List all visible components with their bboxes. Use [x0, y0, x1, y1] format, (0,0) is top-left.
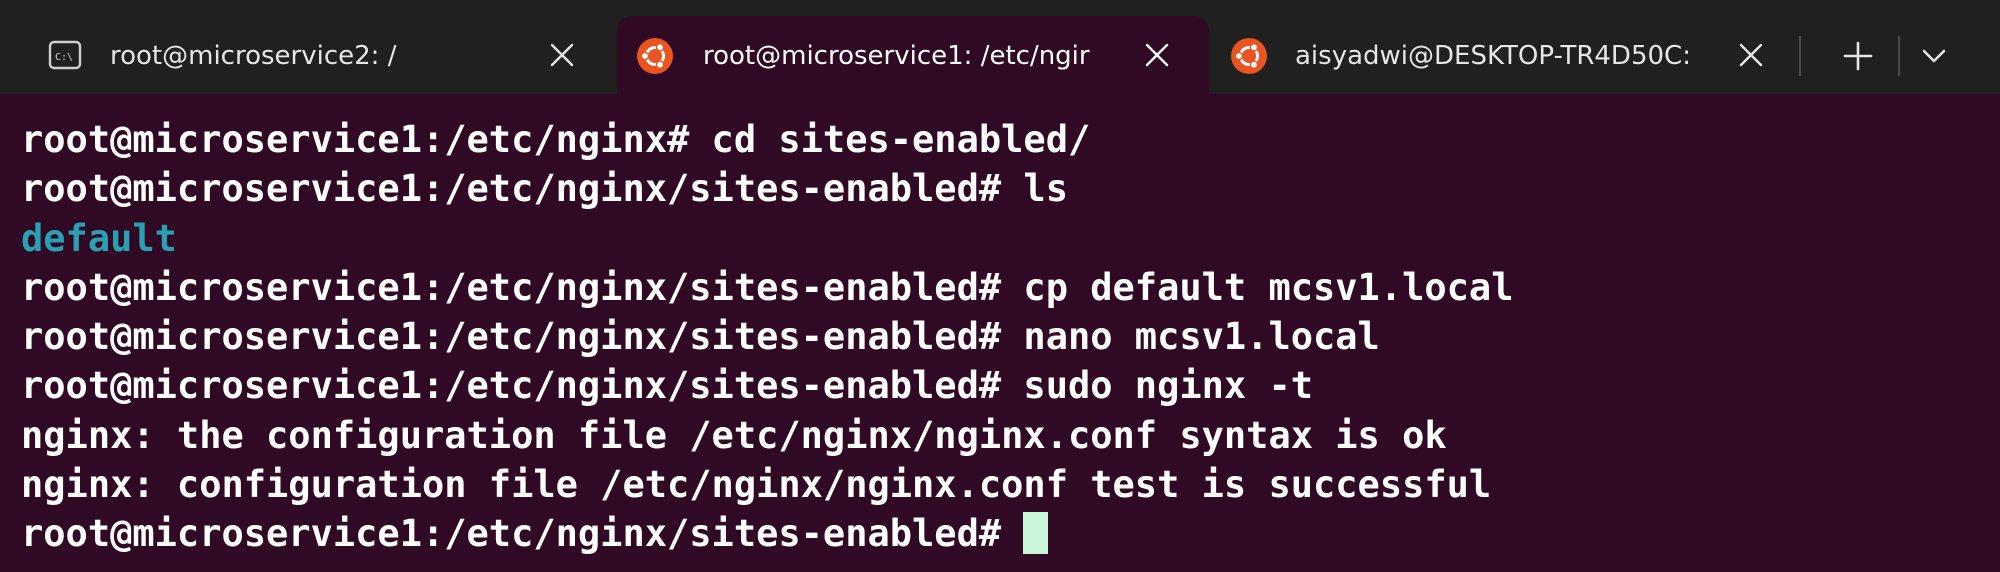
- terminal-line: root@microservice1:/etc/nginx/sites-enab…: [21, 364, 1314, 408]
- plus-icon[interactable]: [1838, 36, 1878, 76]
- close-icon[interactable]: [1144, 42, 1170, 68]
- terminal-window: C:\ root@microservice2: / root@microserv…: [0, 0, 2000, 572]
- tab-bar: C:\ root@microservice2: / root@microserv…: [0, 0, 2000, 94]
- svg-text:C:\: C:\: [55, 52, 73, 63]
- tab-desktop[interactable]: aisyadwi@DESKTOP-TR4D50C:: [1209, 16, 1789, 94]
- tab-title: root@microservice1: /etc/ngir: [703, 41, 1090, 71]
- terminal-line: nginx: the configuration file /etc/nginx…: [21, 413, 1447, 457]
- terminal-line: root@microservice1:/etc/nginx/sites-enab…: [21, 265, 1514, 309]
- terminal-line: default: [21, 216, 177, 260]
- tab-microservice1[interactable]: root@microservice1: /etc/ngir: [617, 16, 1209, 94]
- tab-title: aisyadwi@DESKTOP-TR4D50C:: [1295, 41, 1691, 71]
- terminal-line: root@microservice1:/etc/nginx/sites-enab…: [21, 167, 1068, 211]
- terminal-cursor: [1023, 512, 1049, 555]
- tab-divider: [1898, 36, 1900, 76]
- terminal-prompt: root@microservice1:/etc/nginx/sites-enab…: [21, 512, 1024, 556]
- tab-divider: [1799, 36, 1801, 76]
- terminal-line: root@microservice1:/etc/nginx# cd sites-…: [21, 118, 1091, 161]
- terminal-output[interactable]: root@microservice1:/etc/nginx# cd sites-…: [0, 94, 2000, 572]
- terminal-prompt-line: root@microservice1:/etc/nginx/sites-enab…: [21, 509, 2000, 558]
- close-icon[interactable]: [1738, 42, 1764, 68]
- tab-title: root@microservice2: /: [110, 41, 397, 71]
- terminal-line: root@microservice1:/etc/nginx/sites-enab…: [21, 315, 1380, 359]
- close-icon[interactable]: [549, 42, 575, 68]
- tab-microservice2[interactable]: C:\ root@microservice2: /: [0, 16, 612, 94]
- ubuntu-icon: [1231, 38, 1267, 74]
- ubuntu-icon: [637, 38, 673, 74]
- chevron-down-icon[interactable]: [1914, 36, 1954, 76]
- cmd-icon: C:\: [48, 38, 82, 72]
- terminal-line: nginx: configuration file /etc/nginx/ngi…: [21, 463, 1492, 507]
